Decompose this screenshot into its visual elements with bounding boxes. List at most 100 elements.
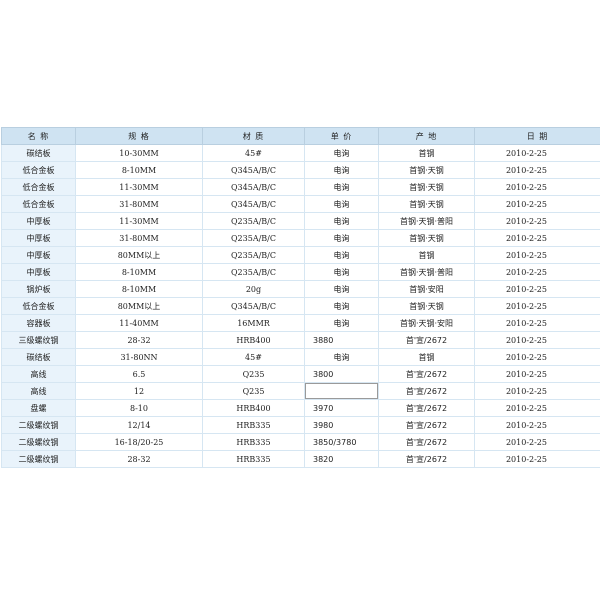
cell-material: 45# [202,144,305,162]
cell-spec: 80MM以上 [75,246,203,264]
cell-date: 2010-2-25 [474,450,600,468]
cell-origin: 首钢·天钢·普阳 [378,263,475,281]
cell-material: HRB400 [202,399,305,417]
cell-material: Q345A/B/C [202,161,305,179]
cell-material: HRB400 [202,331,305,349]
cell-name: 低合金板 [1,195,76,213]
cell-spec: 12 [75,382,203,400]
cell-spec: 31-80MM [75,229,203,247]
cell-price: 电询 [304,348,379,366]
cell-origin: 首'宣/2672 [378,433,475,451]
cell-origin: 首钢 [378,348,475,366]
cell-origin: 首钢·安阳 [378,280,475,298]
table-row: 高线 6.5 Q235 3800 首'宣/2672 2010-2-25 [1,365,600,383]
cell-name: 二级螺纹钢 [1,416,76,434]
cell-date: 2010-2-25 [474,263,600,281]
price-table: 名 称 规 格 材 质 单 价 产 地 日 期 碳结板 10-30MM 45# 电询首… [1,127,600,468]
header-spec: 规 格 [75,127,203,145]
cell-origin: 首'宣/2672 [378,416,475,434]
cell-spec: 11-30MM [75,178,203,196]
cell-price: 电询 [304,161,379,179]
table-row: 低合金板 31-80MM Q345A/B/C 电询 首钢·天钢 2010-2-25 [1,195,600,213]
cell-price: 3880 [304,331,379,349]
cell-spec: 6.5 [75,365,203,383]
cell-price: 电询 [304,314,379,332]
cell-price: 3820 [304,450,379,468]
cell-spec: 8-10MM [75,161,203,179]
header-name: 名 称 [1,127,76,145]
cell-material: 45# [202,348,305,366]
table-row: 中厚板 8-10MM Q235A/B/C 电询 首钢·天钢·普阳 2010-2-25 [1,263,600,281]
cell-date: 2010-2-25 [474,229,600,247]
header-price: 单 价 [304,127,379,145]
cell-name: 盘螺 [1,399,76,417]
cell-price: 电询 [304,263,379,281]
table-row: 中厚板 11-30MM Q235A/B/C 电询 首钢·天钢·普阳 2010-2-25 [1,212,600,230]
cell-price: 电询 [304,195,379,213]
cell-material: 20g [202,280,305,298]
cell-spec: 16-18/20-25 [75,433,203,451]
cell-date: 2010-2-25 [474,331,600,349]
cell-spec: 31-80NN [75,348,203,366]
cell-material: Q235A/B/C [202,229,305,247]
table-row: 盘螺 8-10 HRB400 3970 首'宣/2672 2010-2-25 [1,399,600,417]
cell-material: 16MMR [202,314,305,332]
cell-origin: 首钢 [378,144,475,162]
cell-material: Q235A/B/C [202,212,305,230]
header-origin: 产 地 [378,127,475,145]
cell-name: 中厚板 [1,246,76,264]
table-row: 低合金板 11-30MM Q345A/B/C 电询 首钢·天钢 2010-2-25 [1,178,600,196]
cell-date: 2010-2-25 [474,280,600,298]
cell-material: Q235 [202,365,305,383]
header-date: 日 期 [474,127,600,145]
cell-price [304,382,379,400]
price-table-container: 名 称 规 格 材 质 单 价 产 地 日 期 碳结板 10-30MM 45# 电询首… [1,127,600,468]
cell-date: 2010-2-25 [474,433,600,451]
cell-spec: 11-30MM [75,212,203,230]
cell-name: 二级螺纹钢 [1,433,76,451]
cell-origin: 首钢 [378,246,475,264]
cell-date: 2010-2-25 [474,178,600,196]
cell-price: 电询 [304,229,379,247]
table-row: 低合金板 80MM以上 Q345A/B/C 电询 首钢·天钢 2010-2-25 [1,297,600,315]
cell-date: 2010-2-25 [474,246,600,264]
cell-name: 中厚板 [1,212,76,230]
cell-price: 电询 [304,280,379,298]
cell-spec: 8-10MM [75,263,203,281]
cell-material: Q235A/B/C [202,263,305,281]
cell-origin: 首钢·天钢·普阳 [378,212,475,230]
cell-price: 3980 [304,416,379,434]
table-row: 碳结板 31-80NN 45# 电询 首钢 2010-2-25 [1,348,600,366]
cell-date: 2010-2-25 [474,195,600,213]
cell-spec: 31-80MM [75,195,203,213]
table-row: 二级螺纹钢 28-32 HRB335 3820 首'宣/2672 2010-2-25 [1,450,600,468]
cell-date: 2010-2-25 [474,365,600,383]
cell-origin: 首'宣/2672 [378,382,475,400]
table-row: 碳结板 10-30MM 45# 电询 首钢 2010-2-25 [1,144,600,162]
cell-spec: 12/14 [75,416,203,434]
cell-price: 3970 [304,399,379,417]
table-row: 高线 12 Q235 首'宣/2672 2010-2-25 [1,382,600,400]
cell-date: 2010-2-25 [474,144,600,162]
cell-origin: 首'宣/2672 [378,365,475,383]
cell-price: 电询 [304,178,379,196]
cell-name: 碳结板 [1,144,76,162]
cell-name: 中厚板 [1,229,76,247]
cell-origin: 首钢·天钢 [378,297,475,315]
cell-origin: 首钢·天钢 [378,178,475,196]
cell-material: Q345A/B/C [202,178,305,196]
cell-date: 2010-2-25 [474,297,600,315]
table-row: 三级螺纹钢 28-32 HRB400 3880 首'宣/2672 2010-2-25 [1,331,600,349]
cell-date: 2010-2-25 [474,314,600,332]
cell-origin: 首钢·天钢 [378,195,475,213]
cell-name: 二级螺纹钢 [1,450,76,468]
header-material: 材 质 [202,127,305,145]
cell-material: Q235 [202,382,305,400]
cell-date: 2010-2-25 [474,161,600,179]
cell-material: HRB335 [202,450,305,468]
table-row: 锅炉板 8-10MM 20g 电询 首钢·安阳 2010-2-25 [1,280,600,298]
cell-origin: 首'宣/2672 [378,450,475,468]
cell-spec: 28-32 [75,331,203,349]
cell-date: 2010-2-25 [474,382,600,400]
cell-material: HRB335 [202,433,305,451]
